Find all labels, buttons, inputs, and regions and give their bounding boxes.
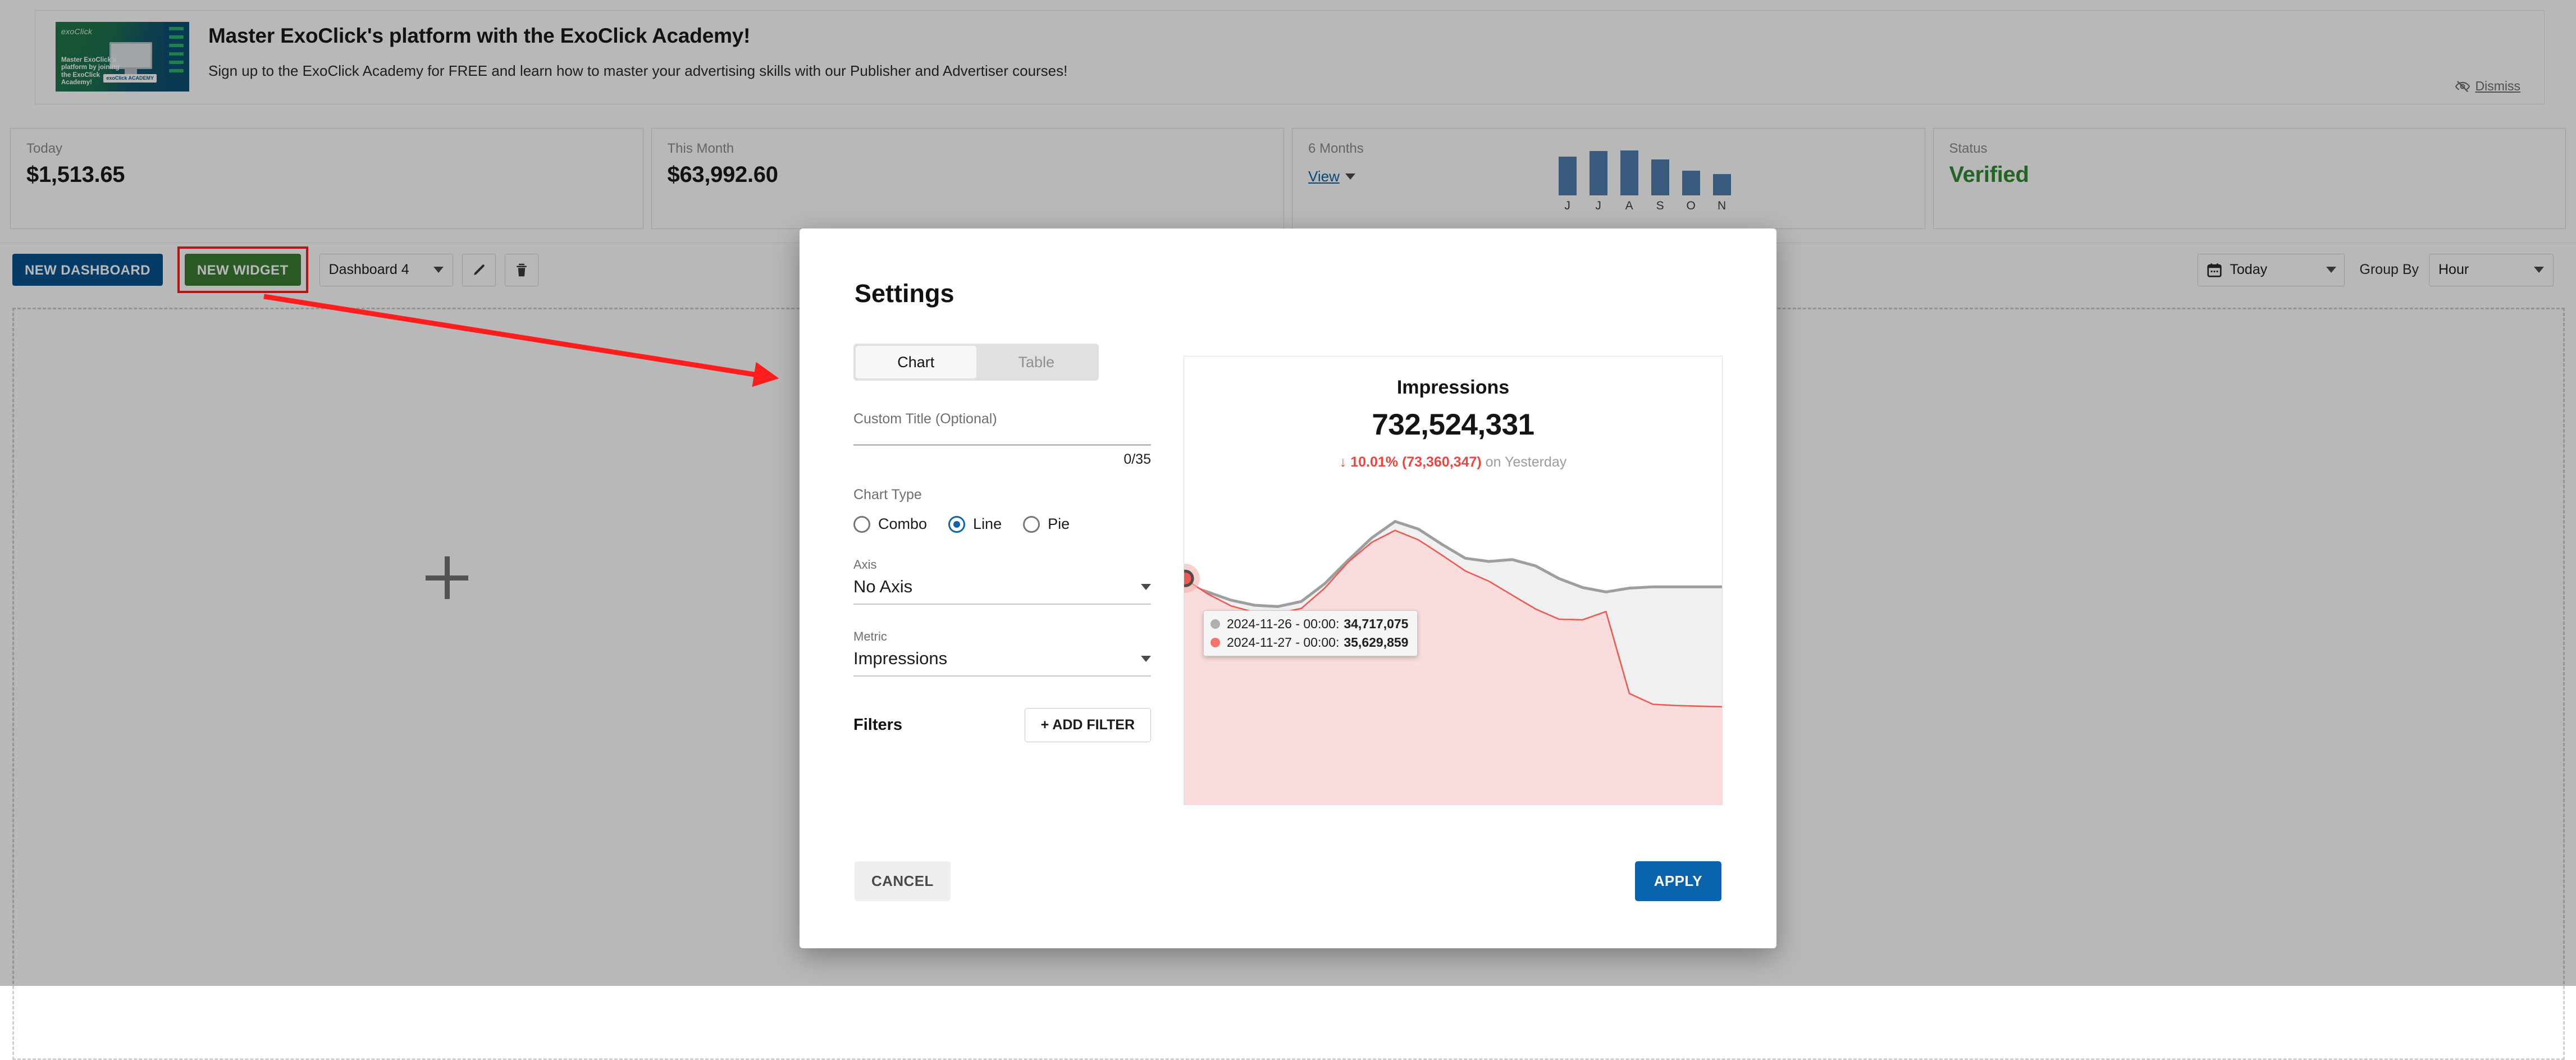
series-dot-icon	[1211, 619, 1220, 629]
metric-select[interactable]: Impressions	[853, 648, 1151, 677]
tab-chart[interactable]: Chart	[856, 346, 976, 378]
modal-title: Settings	[855, 279, 954, 308]
chart-tooltip: 2024-11-26 - 00:00: 34,717,075 2024-11-2…	[1203, 610, 1418, 656]
preview-delta-arrow: ↓	[1340, 454, 1347, 470]
tooltip-value: 35,629,859	[1344, 635, 1408, 650]
radio-line[interactable]: Line	[948, 515, 1002, 533]
axis-label: Axis	[853, 558, 1151, 572]
modal-footer: CANCEL APPLY	[800, 861, 1776, 901]
chart-preview-panel: Impressions 732,524,331 ↓ 10.01% (73,360…	[1184, 356, 1723, 805]
chart-type-radio-group: Combo Line Pie	[853, 515, 1151, 533]
preview-delta-comparison: on Yesterday	[1486, 454, 1567, 470]
series-dot-icon	[1211, 638, 1220, 647]
chart-type-label: Chart Type	[853, 487, 1151, 503]
filters-block: Filters + ADD FILTER	[853, 708, 1151, 742]
custom-title-input[interactable]	[853, 444, 1151, 446]
tooltip-row: 2024-11-26 - 00:00: 34,717,075	[1211, 616, 1408, 632]
chart-type-block: Chart Type Combo Line Pie	[853, 487, 1151, 533]
tooltip-label: 2024-11-26 - 00:00:	[1227, 616, 1339, 632]
metric-select-value: Impressions	[853, 648, 947, 669]
radio-combo[interactable]: Combo	[853, 515, 927, 533]
axis-select-value: No Axis	[853, 577, 912, 597]
radio-circle-icon	[853, 516, 870, 533]
tooltip-value: 34,717,075	[1344, 616, 1408, 632]
radio-line-label: Line	[973, 515, 1002, 533]
preview-metric-title: Impressions	[1184, 377, 1722, 399]
cancel-button[interactable]: CANCEL	[855, 861, 951, 901]
hover-marker	[1184, 571, 1193, 586]
axis-field: Axis No Axis	[853, 558, 1151, 605]
metric-field: Metric Impressions	[853, 629, 1151, 677]
custom-title-counter: 0/35	[853, 451, 1151, 468]
widget-settings-form: Custom Title (Optional) 0/35 Chart Type …	[853, 411, 1151, 742]
preview-delta: ↓ 10.01% (73,360,347) on Yesterday	[1184, 454, 1722, 470]
tooltip-row: 2024-11-27 - 00:00: 35,629,859	[1211, 635, 1408, 650]
chevron-down-icon	[1141, 656, 1151, 662]
preview-delta-percent: 10.01%	[1350, 454, 1398, 470]
custom-title-label: Custom Title (Optional)	[853, 411, 1151, 427]
view-mode-tabs: Chart Table	[853, 344, 1099, 381]
apply-button[interactable]: APPLY	[1635, 861, 1721, 901]
radio-pie-label: Pie	[1048, 515, 1070, 533]
metric-label: Metric	[853, 629, 1151, 644]
radio-combo-label: Combo	[878, 515, 927, 533]
radio-circle-selected-icon	[948, 516, 965, 533]
tab-table[interactable]: Table	[976, 346, 1097, 378]
tooltip-label: 2024-11-27 - 00:00:	[1227, 635, 1339, 650]
radio-circle-icon	[1023, 516, 1040, 533]
axis-select[interactable]: No Axis	[853, 577, 1151, 605]
filters-label: Filters	[853, 716, 902, 734]
preview-delta-absolute: (73,360,347)	[1402, 454, 1482, 470]
add-filter-button[interactable]: + ADD FILTER	[1025, 708, 1151, 742]
preview-area-chart	[1184, 513, 1723, 805]
preview-metric-value: 732,524,331	[1184, 408, 1722, 442]
chevron-down-icon	[1141, 584, 1151, 590]
radio-pie[interactable]: Pie	[1023, 515, 1070, 533]
